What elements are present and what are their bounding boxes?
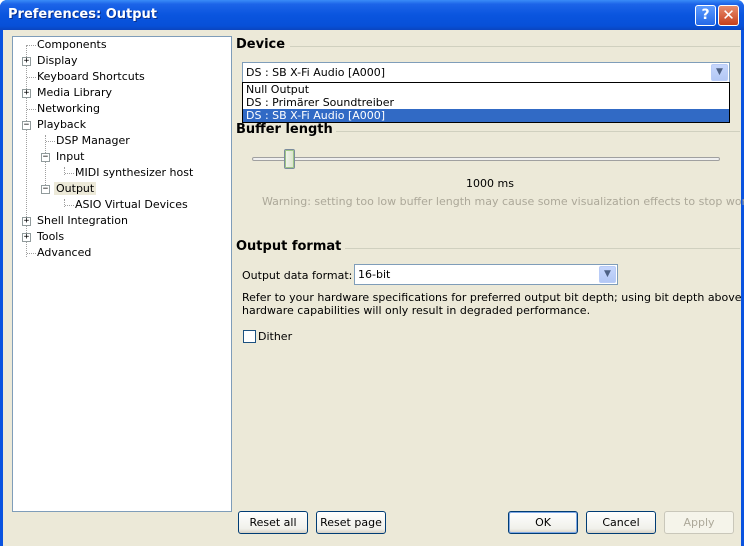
buffer-slider-track[interactable]: [252, 157, 720, 161]
window-title: Preferences: Output: [8, 7, 157, 22]
tree-item-keyboard-shortcuts[interactable]: Keyboard Shortcuts: [35, 69, 147, 85]
preferences-tree[interactable]: Components + Display Keyboard Shortcuts …: [12, 36, 232, 512]
tree-guide-line: [45, 135, 46, 191]
collapse-icon[interactable]: −: [22, 121, 31, 130]
device-select-value: DS : SB X-Fi Audio [A000]: [246, 66, 386, 79]
tree-item-midi-synthesizer-host[interactable]: MIDI synthesizer host: [73, 165, 195, 181]
group-divider: [290, 46, 740, 47]
tree-item-label: Keyboard Shortcuts: [37, 70, 145, 83]
tree-item-asio-virtual-devices[interactable]: ASIO Virtual Devices: [73, 197, 190, 213]
tree-item-label: Input: [56, 150, 85, 163]
buffer-group-title: Buffer length: [236, 122, 333, 137]
expand-icon[interactable]: +: [22, 89, 31, 98]
reset-all-button[interactable]: Reset all: [238, 511, 308, 534]
chevron-down-icon[interactable]: ▼: [711, 64, 728, 81]
device-option-selected[interactable]: DS : SB X-Fi Audio [A000]: [243, 109, 729, 122]
tree-item-components[interactable]: Components: [35, 37, 109, 53]
output-data-format-label: Output data format:: [242, 269, 353, 282]
group-divider: [345, 248, 740, 249]
device-select[interactable]: DS : SB X-Fi Audio [A000] ▼: [242, 62, 730, 83]
tree-item-label: Tools: [37, 230, 65, 243]
title-bar[interactable]: Preferences: Output ? ✕: [0, 0, 744, 30]
tree-item-label: Networking: [37, 102, 100, 115]
reset-page-button[interactable]: Reset page: [316, 511, 386, 534]
apply-button[interactable]: Apply: [664, 511, 734, 534]
collapse-icon[interactable]: −: [41, 153, 50, 162]
tree-item-advanced[interactable]: Advanced: [35, 245, 93, 261]
chevron-down-icon[interactable]: ▼: [599, 266, 616, 283]
tree-item-display[interactable]: Display: [35, 53, 80, 69]
buffer-slider-thumb[interactable]: [284, 149, 295, 169]
output-data-format-value: 16-bit: [358, 268, 391, 281]
tree-item-dsp-manager[interactable]: DSP Manager: [54, 133, 132, 149]
tree-item-label: Display: [37, 54, 78, 67]
bit-depth-info-line-1: Refer to your hardware specifications fo…: [242, 291, 744, 304]
tree-item-label: Output: [54, 182, 97, 195]
tree-item-label: MIDI synthesizer host: [75, 166, 194, 179]
expand-icon[interactable]: +: [22, 57, 31, 66]
dither-checkbox[interactable]: [243, 330, 256, 343]
tree-item-shell-integration[interactable]: Shell Integration: [35, 213, 130, 229]
tree-item-label: ASIO Virtual Devices: [75, 198, 188, 211]
buffer-value-label: 1000 ms: [466, 177, 514, 190]
tree-item-label: Playback: [37, 118, 87, 131]
tree-item-label: Advanced: [37, 246, 92, 259]
output-data-format-select[interactable]: 16-bit ▼: [354, 264, 618, 285]
preferences-window: Preferences: Output ? ✕ Components + Dis…: [0, 0, 744, 546]
dither-label[interactable]: Dither: [258, 330, 292, 343]
expand-icon[interactable]: +: [22, 217, 31, 226]
tree-item-media-library[interactable]: Media Library: [35, 85, 114, 101]
help-button[interactable]: ?: [695, 5, 716, 26]
tree-item-networking[interactable]: Networking: [35, 101, 102, 117]
close-button[interactable]: ✕: [718, 5, 739, 26]
device-option[interactable]: Null Output: [243, 83, 729, 96]
tree-item-label: DSP Manager: [56, 134, 130, 147]
ok-button[interactable]: OK: [508, 511, 578, 534]
tree-item-tools[interactable]: Tools: [35, 229, 66, 245]
group-divider: [336, 131, 740, 132]
tree-item-input[interactable]: Input: [54, 149, 86, 165]
tree-item-label: Components: [37, 38, 107, 51]
device-option[interactable]: DS : Primärer Soundtreiber: [243, 96, 729, 109]
tree-item-label: Media Library: [37, 86, 112, 99]
tree-item-label: Shell Integration: [37, 214, 128, 227]
output-format-group-title: Output format: [236, 239, 342, 254]
tree-item-output[interactable]: Output: [54, 181, 97, 197]
cancel-button[interactable]: Cancel: [586, 511, 656, 534]
dialog-client-area: Components + Display Keyboard Shortcuts …: [3, 30, 744, 546]
collapse-icon[interactable]: −: [41, 185, 50, 194]
expand-icon[interactable]: +: [22, 233, 31, 242]
buffer-warning: Warning: setting too low buffer length m…: [262, 195, 744, 208]
tree-item-playback[interactable]: Playback: [35, 117, 88, 133]
device-group-title: Device: [236, 37, 286, 52]
bit-depth-info-line-2: hardware capabilities will only result i…: [242, 304, 591, 317]
device-dropdown-list[interactable]: Null Output DS : Primärer Soundtreiber D…: [242, 82, 730, 123]
